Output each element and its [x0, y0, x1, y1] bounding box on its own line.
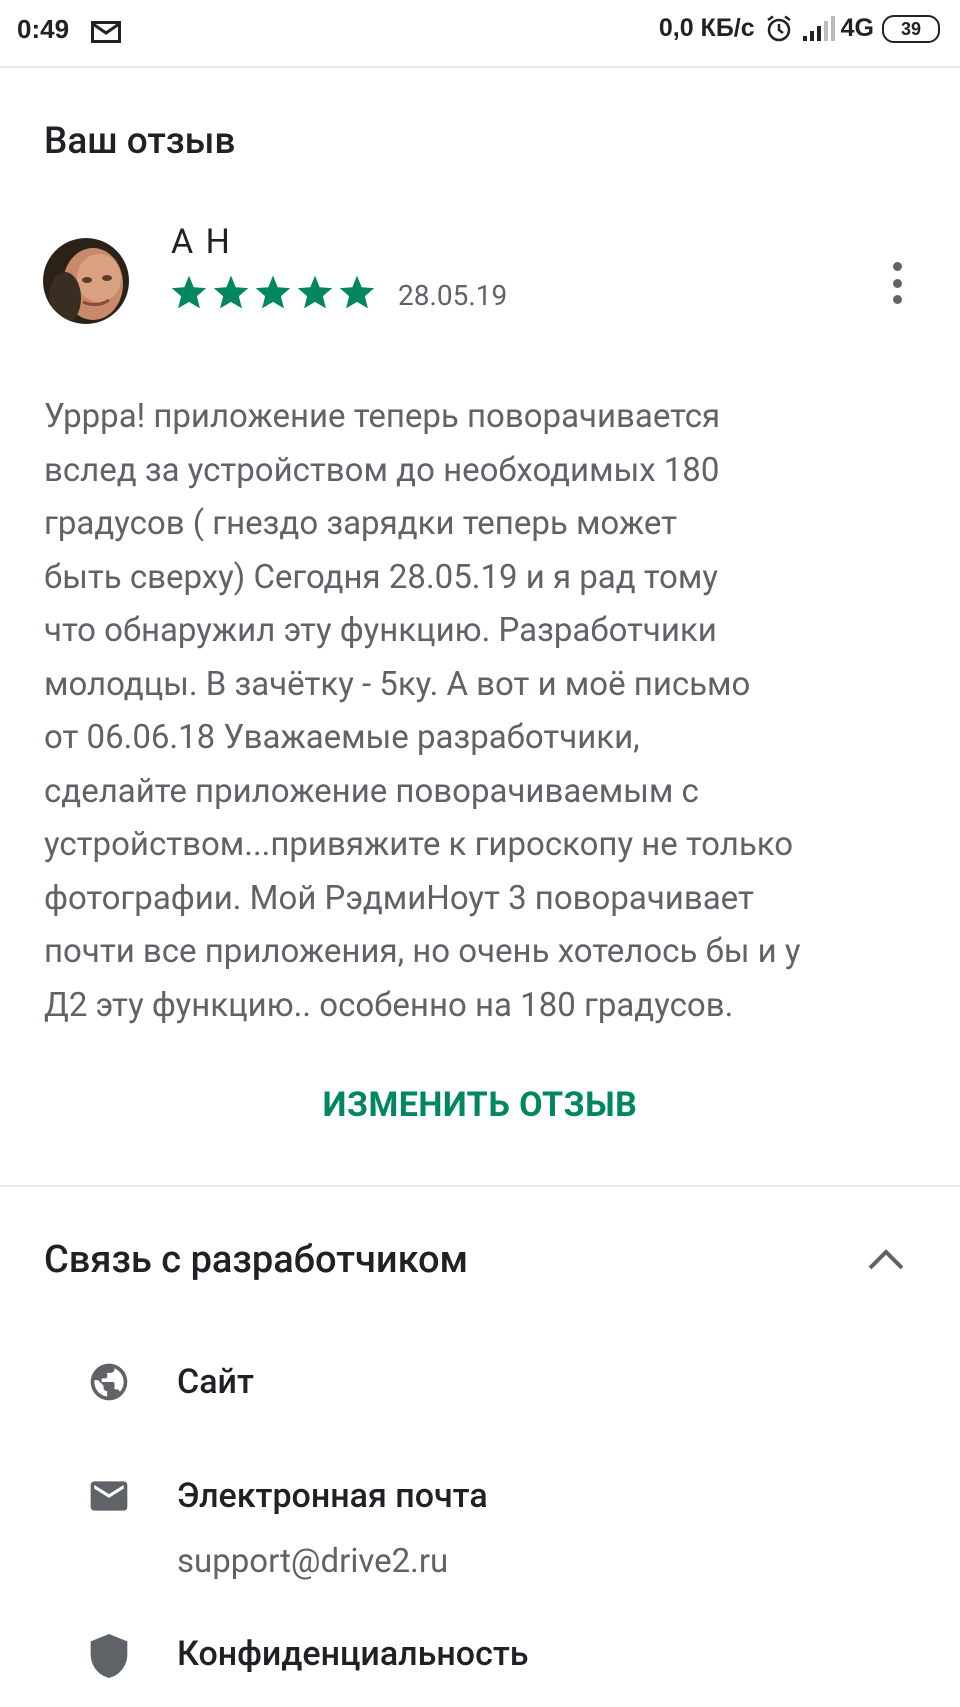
contact-item-site[interactable]: Сайт	[0, 1350, 960, 1430]
mail-notification-icon	[91, 21, 121, 43]
more-options-icon[interactable]	[882, 258, 912, 308]
star-icon	[297, 275, 333, 309]
contact-label: Конфиденциальность	[177, 1634, 529, 1674]
mail-icon	[90, 1481, 128, 1511]
alarm-icon	[766, 14, 791, 41]
network-type: 4G	[840, 14, 874, 42]
star-icon	[213, 275, 249, 309]
net-speed: 0,0 КБ/с	[658, 14, 755, 42]
contact-item-email[interactable]: Электронная почта support@drive2.ru	[0, 1460, 960, 1590]
review-text: Урррa! приложение теперь поворачивается …	[44, 397, 801, 1025]
star-icon	[339, 275, 375, 309]
star-icon	[171, 275, 207, 309]
battery-icon: 39	[882, 14, 940, 43]
star-icon	[255, 275, 291, 309]
status-right: 0,0 КБ/с 4G 39	[659, 14, 940, 43]
edit-review-button[interactable]: ИЗМЕНИТЬ ОТЗЫВ	[0, 1085, 960, 1125]
chevron-up-icon[interactable]	[866, 1246, 906, 1272]
signal-icon	[802, 15, 835, 41]
review-section-title: Ваш отзыв	[44, 120, 236, 163]
status-time: 0:49	[17, 14, 70, 44]
contact-label: Электронная почта	[177, 1476, 488, 1516]
battery-level: 39	[900, 18, 922, 39]
review-date: 28.05.19	[398, 279, 508, 312]
review-author: А Н	[171, 222, 232, 262]
rating-stars	[170, 274, 380, 310]
contact-label: Сайт	[177, 1362, 254, 1402]
status-bar: 0:49 0,0 КБ/с 4G 39	[0, 0, 960, 66]
contact-item-privacy[interactable]: Конфиденциальность	[0, 1620, 960, 1700]
shield-icon	[90, 1634, 128, 1678]
divider	[0, 1185, 960, 1187]
developer-contact-title[interactable]: Связь с разработчиком	[44, 1238, 468, 1282]
globe-icon	[90, 1363, 128, 1401]
contact-email-value: support@drive2.ru	[177, 1542, 449, 1581]
avatar[interactable]	[43, 238, 129, 324]
divider	[0, 66, 960, 68]
